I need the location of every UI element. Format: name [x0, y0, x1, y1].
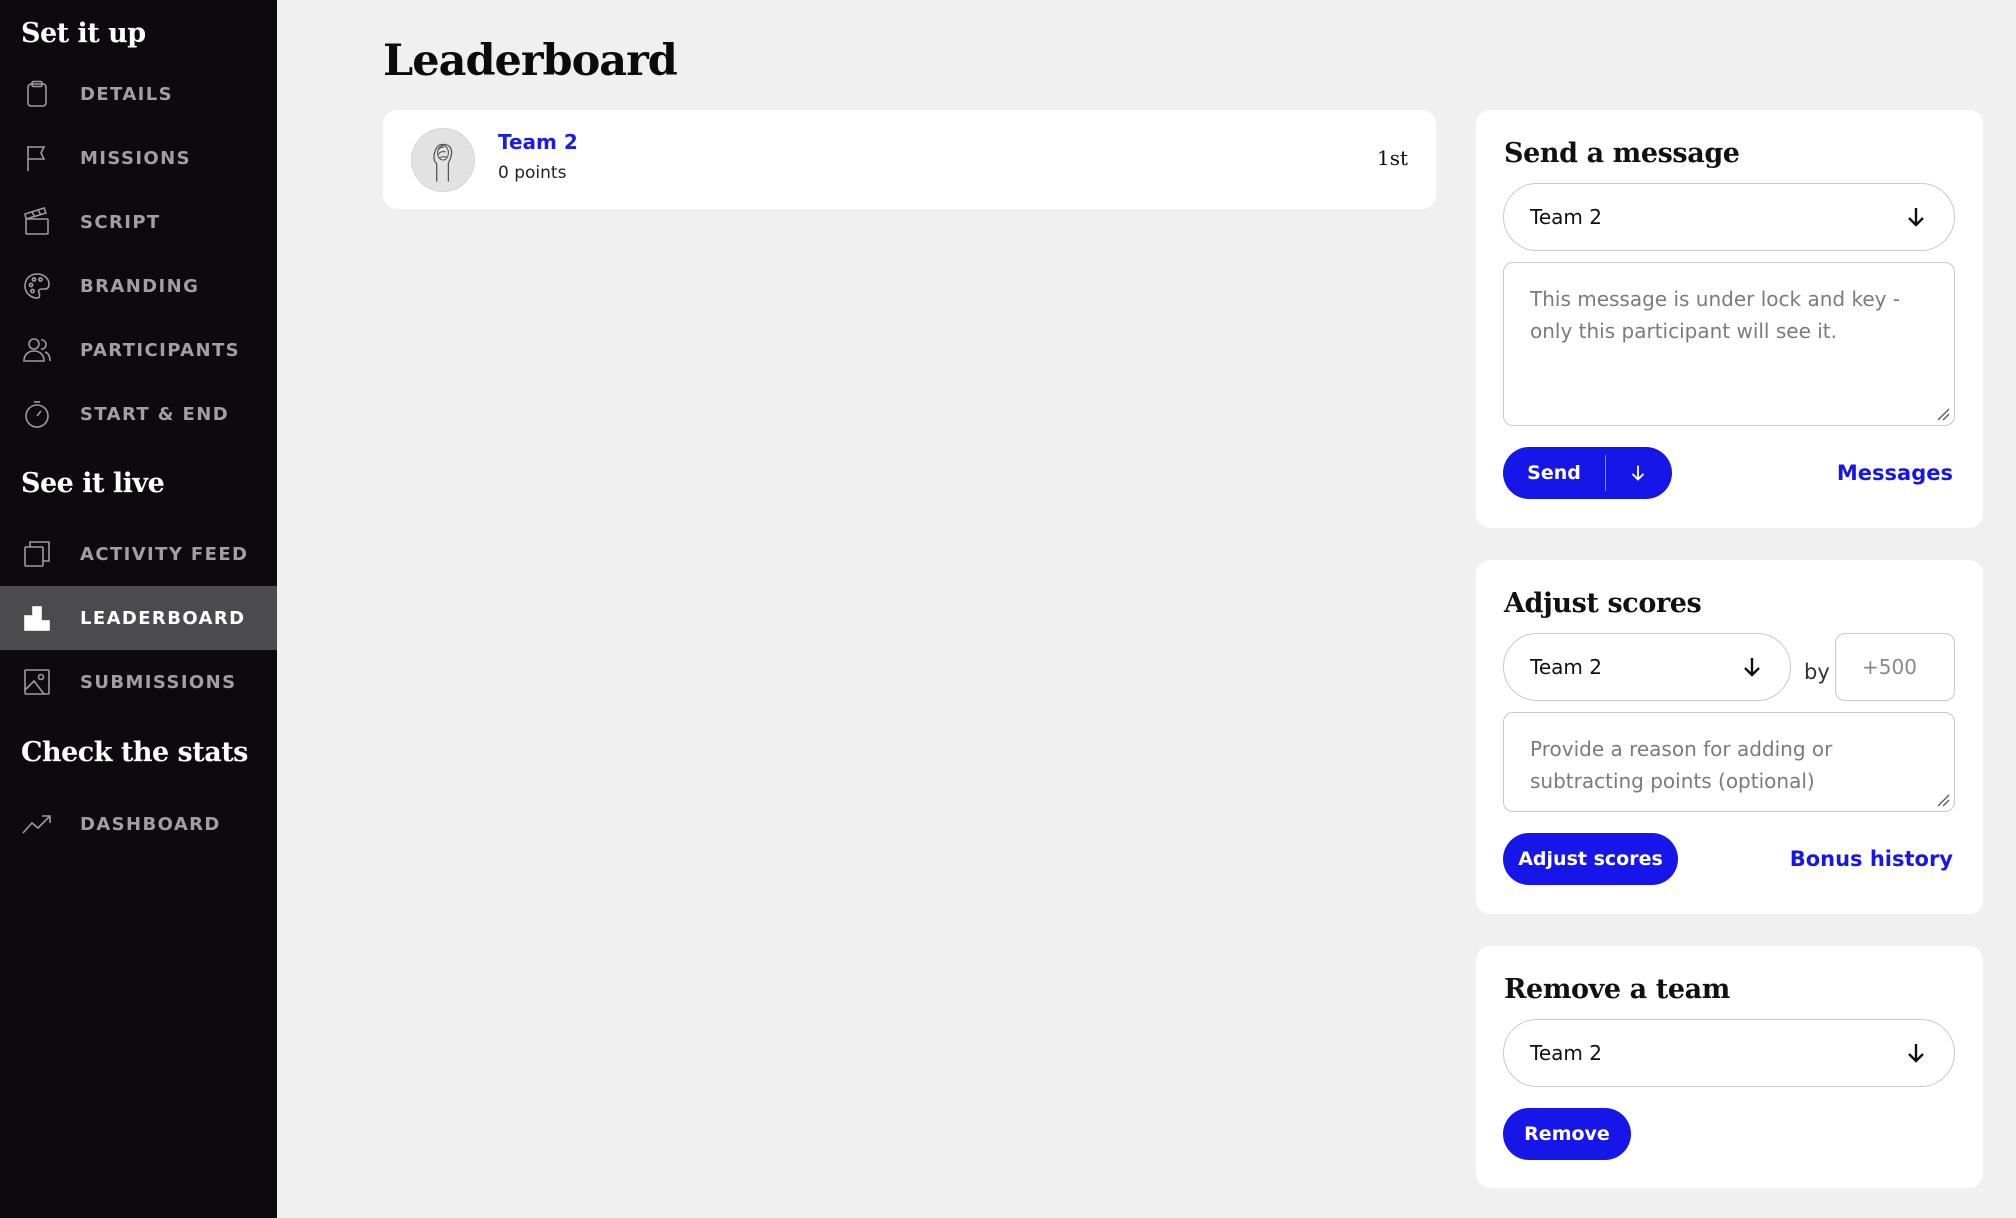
send-label: Send: [1527, 462, 1581, 484]
sidebar-item-label: BRANDING: [80, 275, 200, 297]
team-points: 0 points: [498, 163, 567, 183]
remove-team-title: Remove a team: [1504, 974, 1730, 1005]
select-value: Team 2: [1530, 655, 1602, 679]
arrow-down-icon: [1744, 658, 1760, 677]
remove-team-panel: Remove a team Team 2 Remove: [1476, 946, 1983, 1188]
reason-textarea[interactable]: Provide a reason for adding or subtracti…: [1503, 712, 1955, 812]
clapperboard-icon: [22, 207, 52, 237]
sidebar: Set it up DETAILS MISSIONS SCRIPT BRANDI…: [0, 0, 277, 1218]
arrow-down-icon: [1908, 1044, 1924, 1063]
sidebar-item-dashboard[interactable]: DASHBOARD: [0, 792, 277, 856]
sidebar-item-label: DETAILS: [80, 83, 173, 105]
page-title: Leaderboard: [383, 36, 678, 86]
users-icon: [22, 335, 52, 365]
adjust-scores-button[interactable]: Adjust scores: [1503, 833, 1678, 885]
section-heading-live: See it live: [21, 468, 165, 499]
remove-button[interactable]: Remove: [1503, 1108, 1631, 1160]
sidebar-item-start-end[interactable]: START & END: [0, 382, 277, 446]
points-input[interactable]: +500: [1835, 633, 1955, 701]
adjust-scores-team-select[interactable]: Team 2: [1503, 633, 1791, 701]
team-rank: 1st: [1376, 146, 1408, 170]
message-placeholder: This message is under lock and key - onl…: [1530, 287, 1901, 343]
reason-placeholder: Provide a reason for adding or subtracti…: [1530, 737, 1833, 793]
adjust-scores-title: Adjust scores: [1504, 588, 1702, 619]
select-value: Team 2: [1530, 1041, 1602, 1065]
sidebar-item-branding[interactable]: BRANDING: [0, 254, 277, 318]
points-placeholder: +500: [1862, 655, 1917, 679]
sidebar-item-details[interactable]: DETAILS: [0, 62, 277, 126]
resize-handle-icon[interactable]: [1936, 407, 1950, 421]
section-heading-setup: Set it up: [21, 18, 146, 49]
sidebar-item-missions[interactable]: MISSIONS: [0, 126, 277, 190]
clipboard-icon: [22, 79, 52, 109]
button-divider: [1605, 455, 1606, 491]
team-name-link[interactable]: Team 2: [498, 130, 578, 154]
image-icon: [22, 667, 52, 697]
send-message-panel: Send a message Team 2 This message is un…: [1476, 110, 1983, 528]
trend-icon: [22, 809, 52, 839]
stopwatch-icon: [22, 399, 52, 429]
section-heading-stats: Check the stats: [21, 737, 248, 768]
podium-icon: [22, 603, 52, 633]
sidebar-item-label: LEADERBOARD: [80, 607, 246, 629]
leaderboard-row[interactable]: Team 2 0 points 1st: [383, 110, 1436, 209]
send-message-title: Send a message: [1504, 138, 1740, 169]
flag-icon: [22, 143, 52, 173]
sidebar-item-activity-feed[interactable]: ACTIVITY FEED: [0, 522, 277, 586]
sidebar-item-label: SCRIPT: [80, 211, 161, 233]
remove-team-select[interactable]: Team 2: [1503, 1019, 1955, 1087]
resize-handle-icon[interactable]: [1936, 793, 1950, 807]
feed-icon: [22, 539, 52, 569]
send-message-team-select[interactable]: Team 2: [1503, 183, 1955, 251]
messages-link[interactable]: Messages: [1837, 461, 1953, 485]
arrow-down-icon[interactable]: [1627, 462, 1649, 484]
sidebar-item-participants[interactable]: PARTICIPANTS: [0, 318, 277, 382]
sidebar-item-label: DASHBOARD: [80, 813, 221, 835]
adjust-scores-panel: Adjust scores Team 2 by +500 Provide a r…: [1476, 560, 1983, 914]
sidebar-item-label: START & END: [80, 403, 230, 425]
sidebar-item-label: MISSIONS: [80, 147, 191, 169]
sidebar-item-script[interactable]: SCRIPT: [0, 190, 277, 254]
message-textarea[interactable]: This message is under lock and key - onl…: [1503, 262, 1955, 426]
sidebar-item-label: ACTIVITY FEED: [80, 543, 249, 565]
send-button[interactable]: Send: [1503, 447, 1672, 499]
by-label: by: [1804, 660, 1830, 684]
sidebar-item-label: SUBMISSIONS: [80, 671, 237, 693]
arrow-down-icon: [1908, 208, 1924, 227]
sidebar-item-submissions[interactable]: SUBMISSIONS: [0, 650, 277, 714]
select-value: Team 2: [1530, 205, 1602, 229]
sidebar-item-label: PARTICIPANTS: [80, 339, 240, 361]
palette-icon: [22, 271, 52, 301]
raised-fist-icon: [411, 128, 475, 192]
sidebar-item-leaderboard[interactable]: LEADERBOARD: [0, 586, 277, 650]
bonus-history-link[interactable]: Bonus history: [1790, 847, 1953, 871]
